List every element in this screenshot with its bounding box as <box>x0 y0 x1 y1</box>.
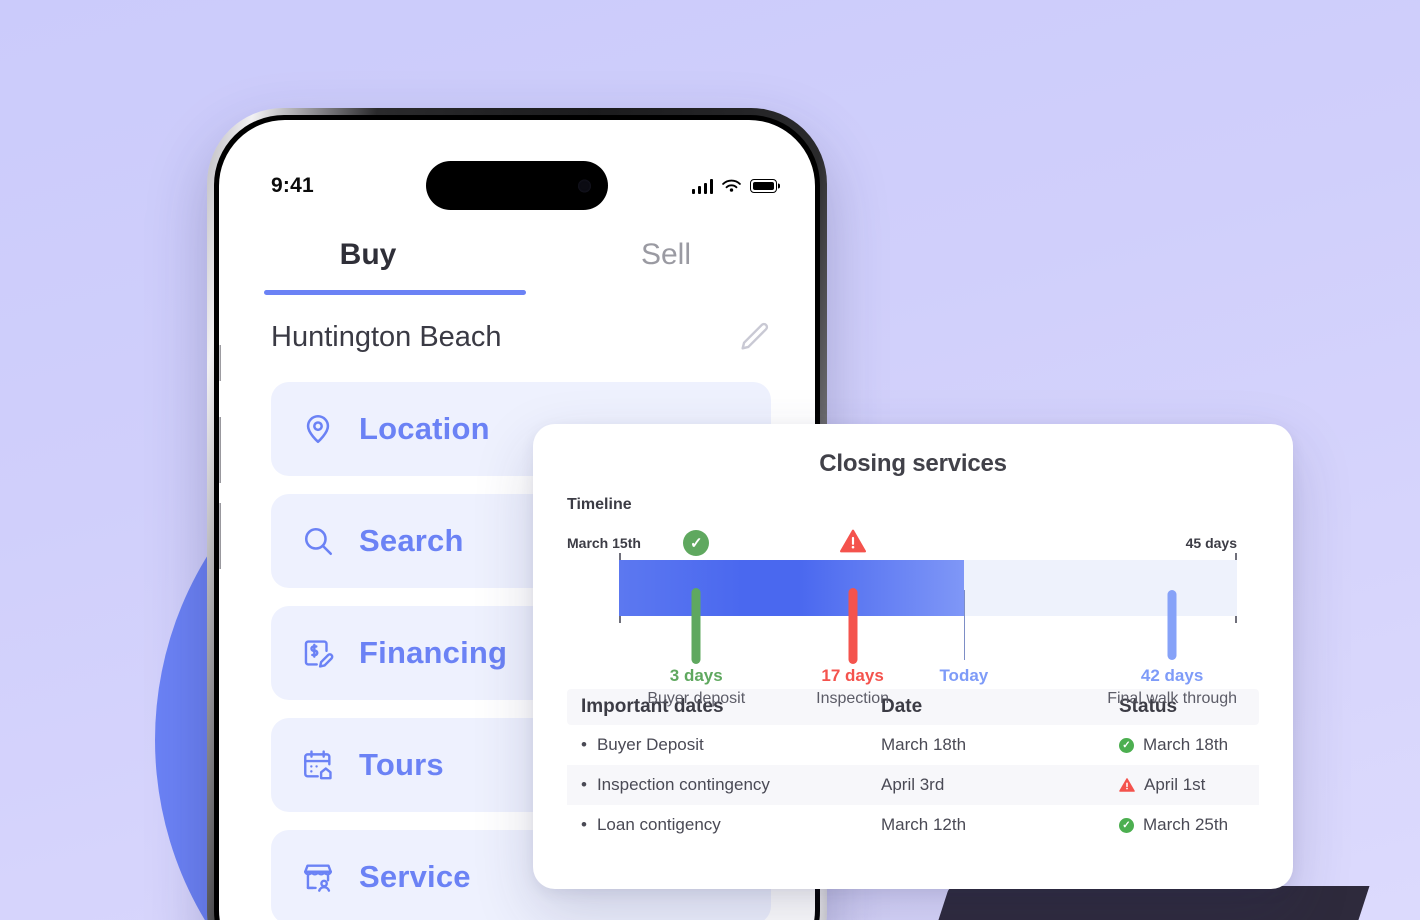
silent-switch-button[interactable] <box>219 345 221 381</box>
row-status: April 1st <box>1119 775 1245 795</box>
table-row[interactable]: Loan contigency March 12th ✓ March 25th <box>567 805 1259 845</box>
warning-triangle-glyph <box>1119 778 1135 792</box>
timeline-caption-today: Today <box>869 665 1059 688</box>
menu-item-label: Tours <box>359 747 444 782</box>
check-circle-icon: ✓ <box>1119 737 1134 753</box>
magnifier-icon <box>304 527 333 556</box>
document-dollar-edit-icon <box>304 640 334 668</box>
timeline-end-label: 45 days <box>1185 535 1237 551</box>
timeline-caption-text: Inspection <box>816 689 890 707</box>
tab-sell[interactable]: Sell <box>517 238 815 272</box>
city-row: Huntington Beach <box>271 320 771 354</box>
active-tab-indicator <box>264 290 526 295</box>
storefront-person-icon <box>304 864 332 892</box>
closing-services-card: Closing services Timeline March 15th 45 … <box>533 424 1293 889</box>
timeline-chart: March 15th 45 days ✓ 3 days Buyer deposi… <box>567 523 1259 707</box>
wifi-icon <box>722 179 741 192</box>
screenshot-stage: 9:41 Buy Sell Huntington Beach Location … <box>0 0 1420 920</box>
timeline-caption-final-walk-through: 42 days Final walk through <box>1077 665 1267 710</box>
timeline-progress-fill <box>619 560 964 616</box>
row-name: Inspection contingency <box>581 775 881 795</box>
pencil-icon[interactable] <box>737 320 771 354</box>
timeline-marker-buyer-deposit[interactable] <box>691 588 701 664</box>
row-status-text: March 25th <box>1143 815 1229 834</box>
timeline-today-label: Today <box>939 666 989 685</box>
menu-item-label: Location <box>359 411 490 446</box>
row-name: Buyer Deposit <box>581 735 881 755</box>
timeline-marker-inspection[interactable] <box>848 588 858 664</box>
timeline-today-divider <box>963 590 966 660</box>
menu-item-label: Service <box>359 859 471 894</box>
status-indicators <box>691 178 777 194</box>
row-name: Loan contigency <box>581 815 881 835</box>
table-row[interactable]: Inspection contingency April 3rd April 1… <box>567 765 1259 805</box>
timeline-marker-final-walk-through[interactable] <box>1167 590 1177 660</box>
calendar-home-icon <box>304 750 332 780</box>
row-status: ✓ March 18th <box>1119 735 1245 755</box>
check-circle-icon: ✓ <box>1119 817 1134 833</box>
warning-triangle-icon <box>839 528 866 554</box>
timeline-start-label: March 15th <box>567 535 641 551</box>
status-bar: 9:41 <box>219 164 815 208</box>
check-circle-icon: ✓ <box>683 530 710 556</box>
map-pin-icon <box>306 414 330 444</box>
table-row[interactable]: Buyer Deposit March 18th ✓ March 18th <box>567 725 1259 765</box>
row-date: March 12th <box>881 815 967 834</box>
row-date: April 3rd <box>881 775 945 794</box>
important-dates-table: Important dates Date Status Buyer Deposi… <box>567 689 1259 845</box>
row-status-text: April 1st <box>1144 775 1206 794</box>
menu-item-label: Search <box>359 523 464 558</box>
warning-triangle-glyph <box>839 529 866 553</box>
timeline-track: ✓ 3 days Buyer deposit 17 days Inspectio… <box>619 529 1237 707</box>
warning-triangle-icon <box>1119 778 1135 792</box>
timeline-label: Timeline <box>567 496 632 513</box>
tab-buy[interactable]: Buy <box>219 238 517 272</box>
cellular-bars-icon <box>691 178 713 194</box>
status-time: 9:41 <box>271 174 314 197</box>
row-date: March 18th <box>881 735 967 754</box>
timeline-caption-text: Final walk through <box>1107 689 1238 707</box>
volume-down-button[interactable] <box>219 503 221 569</box>
buy-sell-tabs: Buy Sell <box>219 238 815 272</box>
decorative-dark-shape-fade <box>1150 886 1350 920</box>
menu-item-label: Financing <box>359 635 508 670</box>
card-title: Closing services <box>819 450 1007 477</box>
volume-up-button[interactable] <box>219 417 221 483</box>
battery-icon <box>750 179 777 193</box>
row-status: ✓ March 25th <box>1119 815 1245 835</box>
city-name: Huntington Beach <box>271 320 502 353</box>
row-status-text: March 18th <box>1143 735 1229 754</box>
timeline-days: 42 days <box>1140 666 1204 685</box>
